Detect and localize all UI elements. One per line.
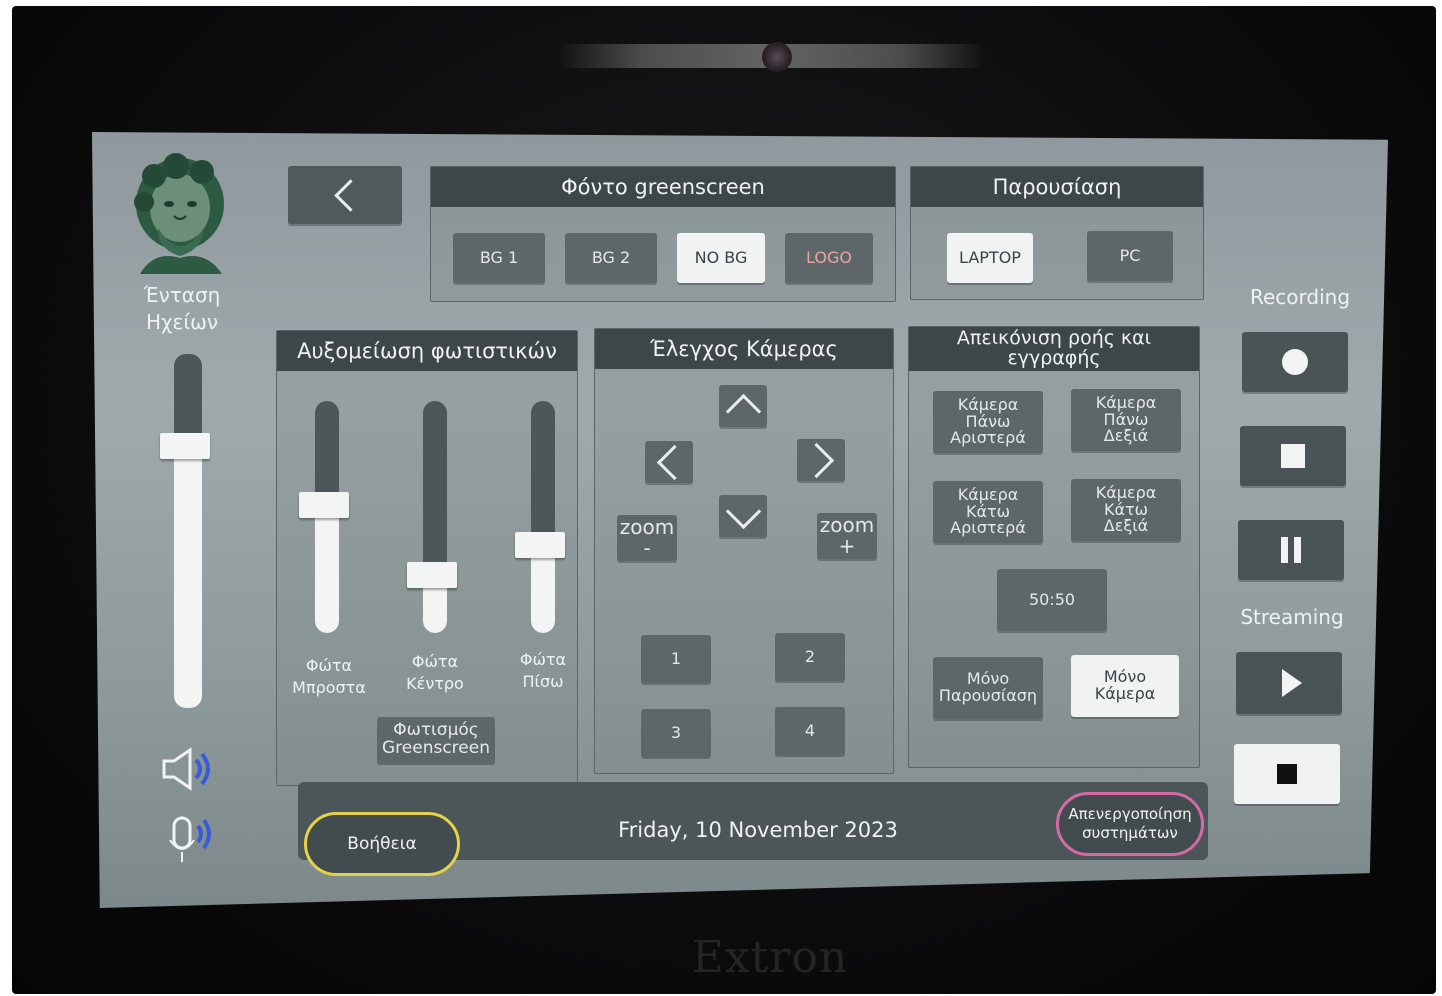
camera-control-title: Έλεγχος Κάμερας xyxy=(595,329,893,369)
stream-play-button[interactable] xyxy=(1236,652,1342,714)
light-center-label: Φώτα Κέντρο xyxy=(406,652,464,693)
record-button[interactable] xyxy=(1242,332,1348,392)
lights-panel: Αυξομείωση φωτιστικών Φώτα Μπροστα Φώτα … xyxy=(276,330,578,786)
streaming-label: Streaming xyxy=(1240,605,1344,629)
back-button[interactable] xyxy=(288,166,402,224)
chevron-left-icon xyxy=(333,178,367,212)
play-icon xyxy=(1282,669,1302,697)
zoom-out-button[interactable]: zoom - xyxy=(617,515,677,561)
chevron-right-icon xyxy=(798,442,834,478)
greenscreen-title: Φόντο greenscreen xyxy=(431,167,895,207)
touch-screen: Ένταση Ηχείων Φόντο greenscreen BG 1 BG … xyxy=(92,132,1388,908)
webcam-icon xyxy=(762,42,792,72)
light-slider-back-fill xyxy=(531,544,555,633)
chevron-down-icon xyxy=(725,493,761,529)
speaker-icon[interactable] xyxy=(158,746,218,792)
footer-bar: Βοήθεια Friday, 10 November 2023 Απενεργ… xyxy=(298,782,1208,876)
greenscreen-lighting-button[interactable]: Φωτισμός Greenscreen xyxy=(377,717,495,763)
stream-stop-button[interactable] xyxy=(1234,744,1340,804)
presentation-panel: Παρουσίαση LAPTOP PC xyxy=(910,166,1204,300)
shutdown-button[interactable]: Απενεργοποίηση συστημάτων xyxy=(1056,792,1204,856)
bg1-button[interactable]: BG 1 xyxy=(453,233,545,283)
stop-icon xyxy=(1281,444,1305,468)
current-date: Friday, 10 November 2023 xyxy=(618,818,898,842)
light-slider-center[interactable] xyxy=(407,401,463,641)
camera-bottom-left-button[interactable]: Κάμερα Κάτω Αριστερά xyxy=(933,481,1043,543)
chevron-left-icon xyxy=(656,444,692,480)
bust-logo-icon xyxy=(114,146,246,276)
recording-label: Recording xyxy=(1249,285,1351,309)
bg2-button[interactable]: BG 2 xyxy=(565,233,657,283)
camera-preset-2[interactable]: 2 xyxy=(775,633,845,681)
only-camera-button[interactable]: Μόνο Κάμερα xyxy=(1071,655,1179,717)
light-slider-back[interactable] xyxy=(515,401,571,641)
light-slider-front-fill xyxy=(315,505,339,633)
stop-icon xyxy=(1277,764,1297,784)
volume-slider[interactable] xyxy=(160,354,220,716)
presentation-title: Παρουσίαση xyxy=(911,167,1203,207)
camera-preset-1[interactable]: 1 xyxy=(641,635,711,683)
lights-title: Αυξομείωση φωτιστικών xyxy=(277,331,577,371)
light-slider-center-knob[interactable] xyxy=(407,562,457,588)
logo-button[interactable]: LOGO xyxy=(785,233,873,283)
pan-right-button[interactable] xyxy=(797,439,845,481)
camera-preset-4[interactable]: 4 xyxy=(775,707,845,755)
light-slider-front[interactable] xyxy=(299,401,355,641)
no-bg-button[interactable]: NO BG xyxy=(677,233,765,283)
camera-preset-3[interactable]: 3 xyxy=(641,709,711,757)
volume-label: Ένταση Ηχείων xyxy=(143,283,221,334)
stream-view-title: Απεικόνιση ροής και εγγραφής xyxy=(909,327,1199,371)
split-50-50-button[interactable]: 50:50 xyxy=(997,569,1107,631)
volume-slider-track xyxy=(174,354,202,708)
brand-logo: Extron xyxy=(691,932,849,983)
volume-slider-knob[interactable] xyxy=(160,433,210,460)
pan-left-button[interactable] xyxy=(645,441,693,483)
light-slider-center-track xyxy=(423,401,447,633)
camera-control-panel: Έλεγχος Κάμερας zoom - zoom + 1 2 3 4 xyxy=(594,328,894,774)
record-stop-button[interactable] xyxy=(1240,426,1346,486)
greenscreen-panel: Φόντο greenscreen BG 1 BG 2 NO BG LOGO xyxy=(430,166,896,302)
pause-icon xyxy=(1281,537,1301,563)
light-slider-back-track xyxy=(531,401,555,633)
stream-view-panel: Απεικόνιση ροής και εγγραφής Κάμερα Πάνω… xyxy=(908,326,1200,768)
pan-up-button[interactable] xyxy=(719,385,767,429)
camera-top-left-button[interactable]: Κάμερα Πάνω Αριστερά xyxy=(933,391,1043,453)
help-button[interactable]: Βοήθεια xyxy=(304,812,460,876)
light-slider-back-knob[interactable] xyxy=(515,531,565,558)
laptop-button[interactable]: LAPTOP xyxy=(947,233,1033,283)
only-presentation-button[interactable]: Μόνο Παρουσίαση xyxy=(933,657,1043,719)
chevron-up-icon xyxy=(725,393,761,429)
zoom-in-button[interactable]: zoom + xyxy=(817,513,877,559)
pc-button[interactable]: PC xyxy=(1087,231,1173,281)
record-pause-button[interactable] xyxy=(1238,520,1344,580)
pan-down-button[interactable] xyxy=(719,493,767,537)
light-front-label: Φώτα Μπροστα xyxy=(292,656,366,697)
record-icon xyxy=(1282,349,1308,375)
camera-top-right-button[interactable]: Κάμερα Πάνω Δεξιά xyxy=(1071,389,1181,451)
light-back-label: Φώτα Πίσω xyxy=(519,650,567,691)
light-slider-front-knob[interactable] xyxy=(299,492,349,519)
volume-slider-fill xyxy=(174,446,202,708)
camera-bottom-right-button[interactable]: Κάμερα Κάτω Δεξιά xyxy=(1071,479,1181,541)
microphone-icon[interactable] xyxy=(164,814,220,868)
